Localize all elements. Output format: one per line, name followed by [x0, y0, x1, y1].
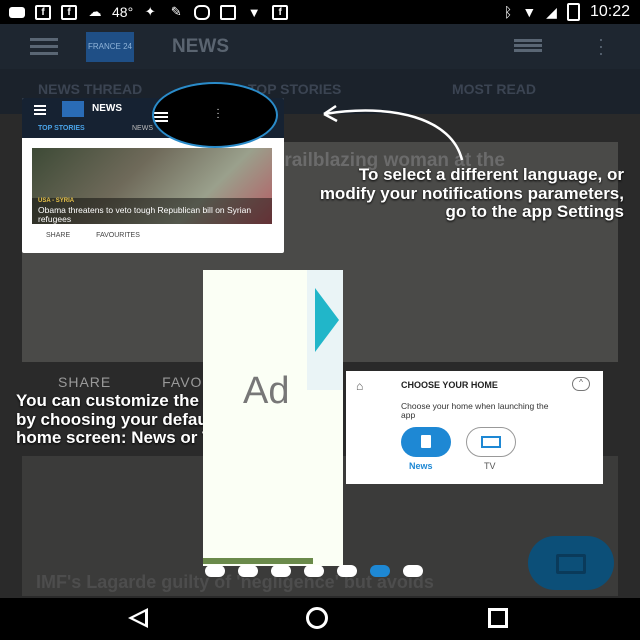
- wifi-icon: ▼: [522, 4, 537, 20]
- tv-icon: [556, 554, 586, 574]
- list-icon: [154, 112, 168, 122]
- facebook-icon: f: [34, 4, 52, 20]
- magnifier-highlight: · · ·: [152, 82, 278, 148]
- pager-dot[interactable]: [238, 565, 258, 577]
- signal-icon: ◢: [546, 3, 557, 20]
- tab-most-read[interactable]: MOST READ: [452, 81, 536, 97]
- mini-tab-news: NEWS: [132, 125, 153, 132]
- mini-actions: SHARE FAVOURITES: [46, 232, 140, 239]
- play-icon[interactable]: [315, 288, 339, 352]
- menu-icon[interactable]: [30, 38, 58, 55]
- clock: 10:22: [589, 3, 630, 20]
- menu-icon: [34, 105, 46, 115]
- home-news-label: News: [409, 461, 433, 471]
- app-toolbar: FRANCE 24 NEWS · · ·: [0, 24, 640, 69]
- mini-tab-top-stories: TOP STORIES: [38, 125, 85, 132]
- pager-dot[interactable]: [205, 565, 225, 577]
- mini-share: SHARE: [46, 232, 71, 239]
- pager-dot[interactable]: [271, 565, 291, 577]
- settings-tip: To select a different language, or modif…: [319, 165, 624, 221]
- ad-bottom-strip: [203, 558, 313, 564]
- choose-home-description: Choose your home when launching the app: [401, 401, 549, 420]
- pager-dot[interactable]: [370, 565, 390, 577]
- more-icon: · · ·: [216, 104, 220, 123]
- tutorial-arrow: [323, 104, 464, 161]
- ad-banner[interactable]: Ad: [203, 270, 343, 566]
- message-icon: [8, 4, 26, 20]
- mini-logo: [62, 101, 84, 117]
- home-icon: ⌂: [356, 379, 364, 393]
- temperature: 48°: [112, 4, 134, 20]
- mini-favourites: FAVOURITES: [96, 232, 140, 239]
- recent-apps-icon[interactable]: [488, 608, 508, 628]
- wrench-icon: ✎: [170, 4, 182, 19]
- share-button[interactable]: SHARE: [58, 374, 111, 390]
- status-bar: f f ☁ 48° ✦ ✎ ▼ f ᛒ ▼ ◢ 10:22: [0, 0, 640, 24]
- tab-news-thread[interactable]: NEWS THREAD: [38, 81, 142, 97]
- figure-icon: ✦: [144, 4, 156, 19]
- mini-title: NEWS: [92, 103, 122, 114]
- news-icon: [421, 435, 431, 448]
- facebook-icon: f: [271, 4, 289, 20]
- list-icon[interactable]: [514, 39, 542, 53]
- collapse-icon[interactable]: ^: [572, 377, 590, 391]
- back-icon-inner: [133, 612, 145, 624]
- fox-icon: ▼: [247, 4, 261, 20]
- battery-icon: [566, 3, 580, 22]
- mini-article-headline: Obama threatens to veto tough Republican…: [38, 205, 252, 224]
- tv-icon: [481, 436, 501, 448]
- bluetooth-icon: ᛒ: [503, 4, 513, 20]
- pager-dot[interactable]: [337, 565, 357, 577]
- navigation-bar: [0, 598, 640, 640]
- ad-label: Ad: [243, 370, 290, 412]
- mask-icon: [193, 4, 211, 20]
- weather-icon: ☁: [88, 4, 102, 19]
- pager-dot[interactable]: [403, 565, 423, 577]
- more-icon[interactable]: · · ·: [598, 30, 604, 62]
- pager-dots: [205, 565, 423, 577]
- choose-home-title: CHOOSE YOUR HOME: [401, 380, 498, 390]
- game-icon: [219, 4, 237, 20]
- app-logo: FRANCE 24: [86, 32, 134, 62]
- home-nav-icon[interactable]: [306, 607, 328, 629]
- home-tv-label: TV: [484, 461, 496, 471]
- mini-article-tag: USA - SYRIA: [38, 198, 75, 204]
- app-title: NEWS: [172, 36, 229, 57]
- facebook-icon: f: [60, 4, 78, 20]
- pager-dot[interactable]: [304, 565, 324, 577]
- choose-home-card: ⌂ CHOOSE YOUR HOME ^ Choose your home wh…: [346, 371, 603, 484]
